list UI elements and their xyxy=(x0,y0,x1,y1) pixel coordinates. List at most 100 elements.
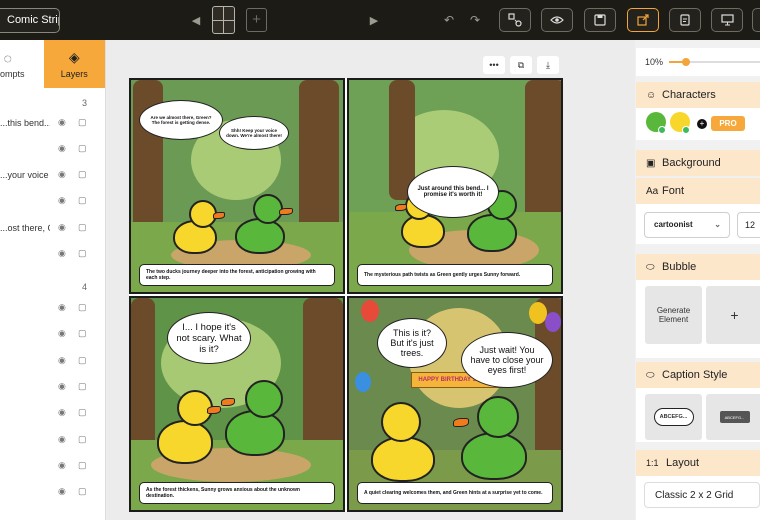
lock-icon[interactable]: ▢ xyxy=(78,407,87,418)
comic-panel-2[interactable]: Just around this bend... I promise it's … xyxy=(347,78,563,294)
export-button[interactable] xyxy=(669,8,701,32)
eye-icon[interactable]: ◉ xyxy=(58,117,66,128)
add-panel-button[interactable]: + xyxy=(246,8,267,32)
check-icon xyxy=(658,126,666,134)
download-button[interactable]: ⤓ xyxy=(537,56,559,74)
background-header[interactable]: ▣ Background xyxy=(636,150,760,176)
layout-header[interactable]: 1:1 Layout xyxy=(636,450,760,476)
characters-header[interactable]: ☺ Characters xyxy=(636,82,760,108)
panel-caption[interactable]: A quiet clearing welcomes them, and Gree… xyxy=(357,482,553,504)
comic-panel-4[interactable]: HAPPY BIRTHDAY SUNNY! This is it? But it… xyxy=(347,296,563,512)
eye-icon[interactable]: ◉ xyxy=(58,328,66,339)
comic-panel-1[interactable]: Are we almost there, Green? The forest i… xyxy=(129,78,345,294)
caption-style-option-rounded[interactable]: ABCEFG... xyxy=(645,394,702,440)
tab-layers[interactable]: ◈ Layers xyxy=(43,40,105,88)
layer-row[interactable]: ◉ ▢ xyxy=(0,354,106,370)
eye-icon[interactable]: ◉ xyxy=(58,195,66,206)
lock-icon[interactable]: ▢ xyxy=(78,302,87,313)
save-button[interactable] xyxy=(584,8,616,32)
layer-row[interactable]: ◉ ▢ xyxy=(0,459,106,475)
eye-icon[interactable]: ◉ xyxy=(58,434,66,445)
speech-bubble[interactable]: Just wait! You have to close your eyes f… xyxy=(461,332,553,388)
layout-select[interactable]: Classic 2 x 2 Grid xyxy=(644,482,760,508)
lock-icon[interactable]: ▢ xyxy=(78,328,87,339)
eye-icon[interactable]: ◉ xyxy=(58,248,66,259)
layer-row[interactable]: ◉ ▢ xyxy=(0,194,106,210)
tab-prompts[interactable]: ◌ Prompts xyxy=(0,40,30,88)
next-panel-icon[interactable]: ▶ xyxy=(368,9,380,31)
speech-bubble[interactable]: I... I hope it's not scary. What is it? xyxy=(167,312,251,364)
layer-row[interactable]: ◉ ▢ xyxy=(0,327,106,343)
generate-element-button[interactable]: Generate Element xyxy=(645,286,702,344)
lock-icon[interactable]: ▢ xyxy=(78,434,87,445)
duplicate-button[interactable]: ⧉ xyxy=(510,56,532,74)
pro-badge[interactable]: PRO xyxy=(711,116,745,131)
layer-row[interactable]: ◉ ▢ xyxy=(0,380,106,396)
layout-section: 1:1 Layout Classic 2 x 2 Grid xyxy=(636,450,760,520)
panel-caption[interactable]: As the forest thickens, Sunny grows anxi… xyxy=(139,482,335,504)
lock-icon[interactable]: ▢ xyxy=(78,248,87,259)
layer-row[interactable]: ...this bend...... ◉ ▢ xyxy=(0,116,106,132)
comic-panel-3[interactable]: I... I hope it's not scary. What is it? … xyxy=(129,296,345,512)
speech-bubble[interactable]: Just around this bend... I promise it's … xyxy=(407,166,499,218)
panel-caption[interactable]: The two ducks journey deeper into the fo… xyxy=(139,264,335,286)
bubble-header[interactable]: ⬭ Bubble xyxy=(636,254,760,280)
lock-icon[interactable]: ▢ xyxy=(78,117,87,128)
add-character-icon[interactable]: + xyxy=(697,119,707,129)
eye-icon[interactable]: ◉ xyxy=(58,407,66,418)
more-horizontal-icon: ••• xyxy=(489,60,499,70)
layer-row[interactable]: ◉ ▢ xyxy=(0,301,106,317)
lock-icon[interactable]: ▢ xyxy=(78,355,87,366)
panel-caption[interactable]: The mysterious path twists as Green gent… xyxy=(357,264,553,286)
lock-icon[interactable]: ▢ xyxy=(78,195,87,206)
eye-icon[interactable]: ◉ xyxy=(58,302,66,313)
speech-bubble[interactable]: This is it? But it's just trees. xyxy=(377,318,447,368)
open-external-button[interactable] xyxy=(627,8,659,32)
eye-icon[interactable]: ◉ xyxy=(58,381,66,392)
previous-panel-icon[interactable]: ◀ xyxy=(190,9,202,31)
font-size-input[interactable]: 12 xyxy=(737,212,760,238)
layer-row[interactable]: ◉ ▢ xyxy=(0,433,106,449)
eye-icon[interactable]: ◉ xyxy=(58,169,66,180)
layer-row-text: ...ost there, Gr... xyxy=(0,223,50,233)
speech-bubble[interactable]: Are we almost there, Green? The forest i… xyxy=(139,100,223,140)
more-options-button[interactable]: ••• xyxy=(483,56,505,74)
layer-row[interactable]: ...your voice do... ◉ ▢ xyxy=(0,168,106,184)
lock-icon[interactable]: ▢ xyxy=(78,222,87,233)
layer-row[interactable]: ◉ ▢ xyxy=(0,485,106,501)
layer-row[interactable]: ...ost there, Gr... ◉ ▢ xyxy=(0,221,106,237)
preview-button[interactable] xyxy=(541,8,573,32)
panel-layout-thumbnail[interactable] xyxy=(212,6,235,34)
speech-bubble[interactable]: Shh! Keep your voice down. We're almost … xyxy=(219,116,289,150)
project-title-button[interactable]: Comic Strips xyxy=(0,8,60,33)
present-button[interactable] xyxy=(711,8,743,32)
lock-icon[interactable]: ▢ xyxy=(78,169,87,180)
check-icon xyxy=(682,126,690,134)
zoom-label: 10% xyxy=(645,57,664,67)
font-header[interactable]: Aa Font xyxy=(636,178,760,204)
caption-style-header[interactable]: ⬭ Caption Style xyxy=(636,362,760,388)
comic-page: Are we almost there, Green? The forest i… xyxy=(129,78,563,512)
eye-icon[interactable]: ◉ xyxy=(58,486,66,497)
lock-icon[interactable]: ▢ xyxy=(78,143,87,154)
monitor-icon xyxy=(720,14,734,26)
font-family-select[interactable]: cartoonist ⌄ xyxy=(644,212,730,238)
eye-icon[interactable]: ◉ xyxy=(58,460,66,471)
layer-row[interactable]: ◉ ▢ xyxy=(0,142,106,158)
shapes-button[interactable] xyxy=(499,8,531,32)
eye-icon[interactable]: ◉ xyxy=(58,222,66,233)
lock-icon[interactable]: ▢ xyxy=(78,381,87,392)
eye-icon[interactable]: ◉ xyxy=(58,143,66,154)
undo-icon[interactable]: ↶ xyxy=(442,9,456,31)
balloon xyxy=(545,312,561,332)
lock-icon[interactable]: ▢ xyxy=(78,486,87,497)
layer-row[interactable]: ◉ ▢ xyxy=(0,406,106,422)
redo-icon[interactable]: ↷ xyxy=(468,9,482,31)
eye-icon[interactable]: ◉ xyxy=(58,355,66,366)
lock-icon[interactable]: ▢ xyxy=(78,460,87,471)
zoom-slider-handle[interactable] xyxy=(682,58,690,66)
layer-row[interactable]: ◉ ▢ xyxy=(0,247,106,263)
caption-style-option-dark[interactable]: ABCEFG... xyxy=(706,394,760,440)
more-menu-button[interactable] xyxy=(752,8,760,32)
add-bubble-button[interactable]: + xyxy=(706,286,760,344)
